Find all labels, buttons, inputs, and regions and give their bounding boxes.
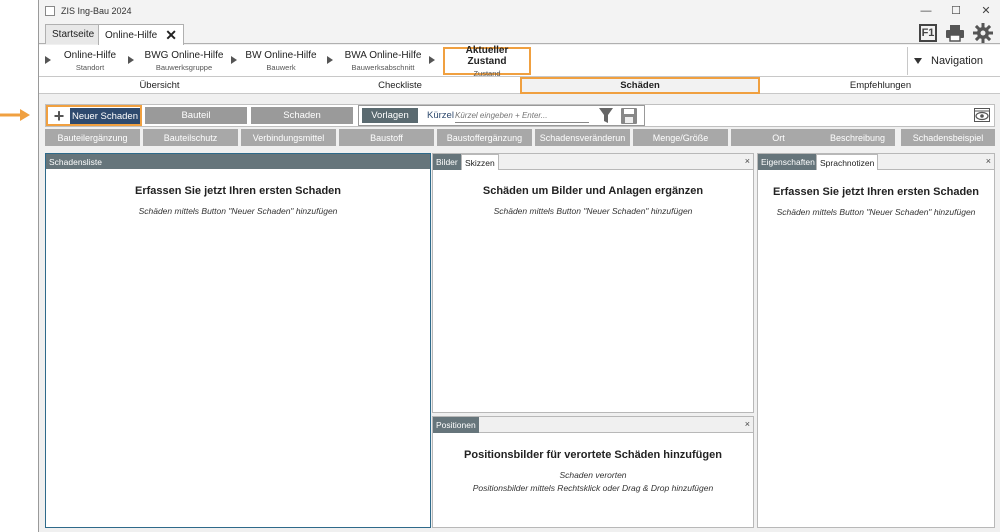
chevron-down-icon xyxy=(914,58,922,64)
crumb-main: Online-Hilfe xyxy=(63,50,117,61)
highlight-arrow-icon xyxy=(0,109,30,121)
template-group: Vorlagen Kürzel xyxy=(358,105,645,126)
save-icon[interactable] xyxy=(621,108,637,124)
filter-menge-groesse[interactable]: Menge/Größe xyxy=(633,129,728,146)
bilder-panel: Bilder Skizzen × Schäden um Bilder und A… xyxy=(432,153,754,413)
filter-ort[interactable]: Ort xyxy=(731,129,826,146)
app-icon xyxy=(45,5,55,16)
filter-verbindungsmittel[interactable]: Verbindungsmittel xyxy=(241,129,336,146)
tab-sprachnotizen[interactable]: Sprachnotizen xyxy=(816,154,879,170)
minimize-button[interactable]: — xyxy=(911,0,941,21)
close-icon[interactable]: × xyxy=(745,156,750,166)
bauteil-button[interactable]: Bauteil xyxy=(145,107,247,124)
gear-icon xyxy=(973,23,993,43)
breadcrumb-arrow-icon xyxy=(231,56,237,64)
new-damage-group: + Neuer Schaden xyxy=(46,105,142,126)
tab-label: Online-Hilfe xyxy=(105,29,158,41)
close-icon[interactable]: × xyxy=(745,419,750,429)
filter-bauteilergaenzung[interactable]: Bauteilergänzung xyxy=(45,129,140,146)
settings-button[interactable] xyxy=(971,22,995,44)
filter-schadensveraenderung[interactable]: Schadensveränderun xyxy=(535,129,630,146)
help-f1-button[interactable]: F1 xyxy=(917,22,939,44)
title-bar: ZIS Ing-Bau 2024 — ☐ ✕ xyxy=(39,0,1000,21)
filter-buttons: Bauteilergänzung Bauteilschutz Verbindun… xyxy=(45,129,995,146)
tab-eigenschaften[interactable]: Eigenschaften xyxy=(758,154,818,170)
empty-heading: Schäden um Bilder und Anlagen ergänzen xyxy=(482,185,704,197)
tab-uebersicht[interactable]: Übersicht xyxy=(39,77,280,94)
schaden-button[interactable]: Schaden xyxy=(251,107,353,124)
filter-beschreibung[interactable]: Beschreibung xyxy=(820,129,895,146)
plus-icon[interactable]: + xyxy=(50,107,68,125)
window-title: ZIS Ing-Bau 2024 xyxy=(61,5,132,16)
document-tabs: Startseite Online-Hilfe ✕ xyxy=(39,21,1000,45)
empty-note: Schäden mittels Button "Neuer Schaden" h… xyxy=(138,206,338,216)
panel-tabs: Eigenschaften Sprachnotizen × xyxy=(758,154,994,170)
section-tabs: Übersicht Checkliste Schäden Empfehlunge… xyxy=(39,77,1000,94)
breadcrumb-arrow-icon xyxy=(429,56,435,64)
crumb-main: Aktueller Zustand xyxy=(465,44,509,67)
empty-note: Schäden mittels Button "Neuer Schaden" h… xyxy=(493,206,693,216)
empty-note: Schaden verorten xyxy=(559,470,627,480)
close-icon[interactable]: × xyxy=(986,156,991,166)
tab-label: Startseite xyxy=(52,29,95,40)
tab-positionen[interactable]: Positionen xyxy=(433,417,479,433)
breadcrumb-standort[interactable]: Online-Hilfe Standort xyxy=(57,47,123,75)
panel-header: Schadensliste xyxy=(46,154,430,169)
positionen-panel: Positionen × Positionsbilder für verorte… xyxy=(432,416,754,528)
new-damage-button[interactable]: Neuer Schaden xyxy=(70,108,140,124)
filter-bauteilschutz[interactable]: Bauteilschutz xyxy=(143,129,238,146)
maximize-button[interactable]: ☐ xyxy=(941,0,971,21)
tab-online-hilfe[interactable]: Online-Hilfe ✕ xyxy=(98,24,184,45)
panel-tabs: Bilder Skizzen × xyxy=(433,154,753,170)
empty-note: Positionsbilder mittels Rechtsklick oder… xyxy=(472,483,714,493)
close-button[interactable]: ✕ xyxy=(971,0,1000,21)
empty-note: Schäden mittels Button "Neuer Schaden" h… xyxy=(776,207,976,217)
breadcrumb-arrow-icon xyxy=(128,56,134,64)
empty-heading: Erfassen Sie jetzt Ihren ersten Schaden xyxy=(134,185,342,197)
tab-skizzen[interactable]: Skizzen xyxy=(461,154,499,170)
app-window: ZIS Ing-Bau 2024 — ☐ ✕ Startseite Online… xyxy=(38,0,1000,532)
close-tab-icon[interactable]: ✕ xyxy=(165,28,177,42)
printer-icon xyxy=(946,25,964,42)
navigation-button[interactable]: Navigation xyxy=(907,47,1000,75)
crumb-main: BWA Online-Hilfe xyxy=(344,50,422,61)
damage-toolbar: + Neuer Schaden Bauteil Schaden Vorlagen… xyxy=(45,104,995,127)
empty-heading: Erfassen Sie jetzt Ihren ersten Schaden xyxy=(772,186,980,198)
breadcrumb-bauwerksabschnitt[interactable]: BWA Online-Hilfe Bauwerksabschnitt xyxy=(339,47,427,75)
filter-icon[interactable] xyxy=(599,108,613,124)
empty-heading: Positionsbilder für verortete Schäden hi… xyxy=(464,449,722,461)
print-button[interactable] xyxy=(944,22,966,44)
vorlagen-button[interactable]: Vorlagen xyxy=(362,108,418,123)
schadensliste-panel: Schadensliste Erfassen Sie jetzt Ihren e… xyxy=(45,153,431,528)
crumb-sub: Bauwerk xyxy=(266,63,296,72)
crumb-sub: Standort xyxy=(75,63,105,72)
eye-icon[interactable] xyxy=(974,108,990,122)
filter-baustoffergaenzung[interactable]: Baustoffergänzung xyxy=(437,129,532,146)
filter-schadensbeispiel[interactable]: Schadensbeispiel xyxy=(901,129,995,146)
crumb-sub: Bauwerksabschnitt xyxy=(351,63,415,72)
tab-schaeden[interactable]: Schäden xyxy=(520,77,760,94)
kuerzel-label: Kürzel xyxy=(427,110,454,121)
breadcrumb-bauwerk[interactable]: BW Online-Hilfe Bauwerk xyxy=(243,47,319,75)
tab-checkliste[interactable]: Checkliste xyxy=(280,77,520,94)
crumb-sub: Bauwerksgruppe xyxy=(155,63,213,72)
crumb-main: BW Online-Hilfe xyxy=(245,50,317,61)
navigation-label: Navigation xyxy=(931,55,983,67)
panel-tabs: Positionen × xyxy=(433,417,753,433)
breadcrumb-arrow-icon xyxy=(327,56,333,64)
crumb-main: BWG Online-Hilfe xyxy=(144,50,224,61)
breadcrumb-arrow-icon xyxy=(45,56,51,64)
tab-bilder[interactable]: Bilder xyxy=(433,154,461,170)
eigenschaften-panel: Eigenschaften Sprachnotizen × Erfassen S… xyxy=(757,153,995,528)
kuerzel-input[interactable] xyxy=(455,108,589,123)
breadcrumb: Online-Hilfe Standort BWG Online-Hilfe B… xyxy=(39,44,1000,78)
breadcrumb-zustand[interactable]: Aktueller Zustand Zustand xyxy=(443,44,531,78)
tab-startseite[interactable]: Startseite xyxy=(45,24,102,44)
breadcrumb-bauwerksgruppe[interactable]: BWG Online-Hilfe Bauwerksgruppe xyxy=(140,47,228,75)
help-f1-icon: F1 xyxy=(918,24,938,42)
filter-baustoff[interactable]: Baustoff xyxy=(339,129,434,146)
tab-empfehlungen[interactable]: Empfehlungen xyxy=(760,77,1000,94)
